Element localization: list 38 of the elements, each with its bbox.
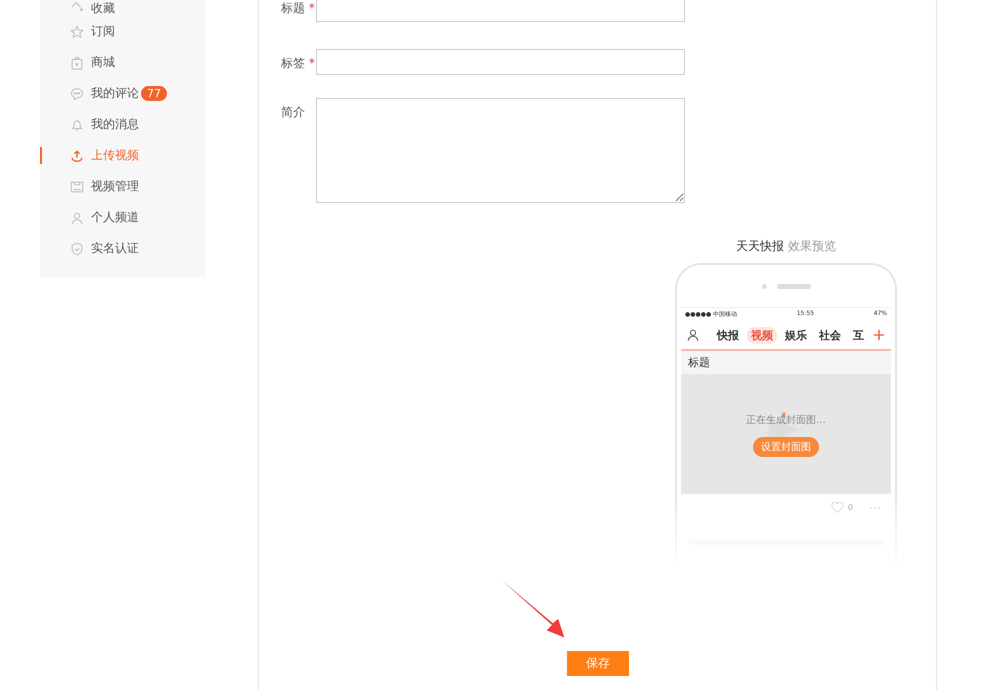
sidebar-item[interactable]: 我的消息 [40, 109, 205, 140]
speaker-slot [776, 284, 810, 288]
like-count: 0 [848, 503, 853, 512]
video-title: 标题 [681, 351, 891, 374]
channel-tab[interactable]: 社会 [815, 326, 845, 344]
upload-icon [70, 148, 84, 162]
heart-icon[interactable] [830, 502, 844, 513]
sidebar-item[interactable]: 商城 [40, 47, 205, 78]
shield-icon [70, 242, 84, 256]
bell-icon [70, 118, 84, 132]
sidebar-item[interactable]: 视频管理 [40, 171, 205, 202]
sidebar-item[interactable]: 我的评论 77 [40, 78, 205, 109]
person-icon [70, 210, 84, 224]
plus-icon[interactable] [873, 329, 885, 341]
sidebar-item[interactable]: 实名认证 [40, 233, 205, 264]
input-field[interactable] [316, 0, 685, 22]
person-icon [687, 329, 699, 341]
more-icon[interactable] [869, 506, 881, 510]
preview-app-name: 天天快报 [736, 239, 784, 253]
camera-dot [762, 284, 766, 288]
channel-tab[interactable]: 互 [849, 326, 868, 344]
chat-icon [70, 86, 84, 100]
field-label: 标题 * [281, 0, 316, 17]
sidebar-item[interactable]: 订阅 [40, 16, 205, 47]
star-icon [70, 24, 84, 38]
sidebar-item[interactable]: 个人频道 [40, 202, 205, 233]
channel-tab[interactable]: 快报 [713, 326, 743, 344]
textarea-field[interactable] [316, 98, 685, 203]
generating-text: 正在生成封面图… [746, 414, 826, 427]
bag-icon [70, 56, 84, 70]
count-badge: 77 [141, 86, 167, 101]
preview-caption: 效果预览 [788, 239, 836, 253]
field-label: 标签 * [281, 55, 316, 72]
channel-tab[interactable]: 娱乐 [781, 326, 811, 344]
input-field[interactable] [316, 49, 685, 75]
sidebar-item[interactable]: 收藏 [40, 0, 205, 16]
folder-icon [70, 180, 84, 194]
field-label: 简介 [281, 104, 306, 121]
